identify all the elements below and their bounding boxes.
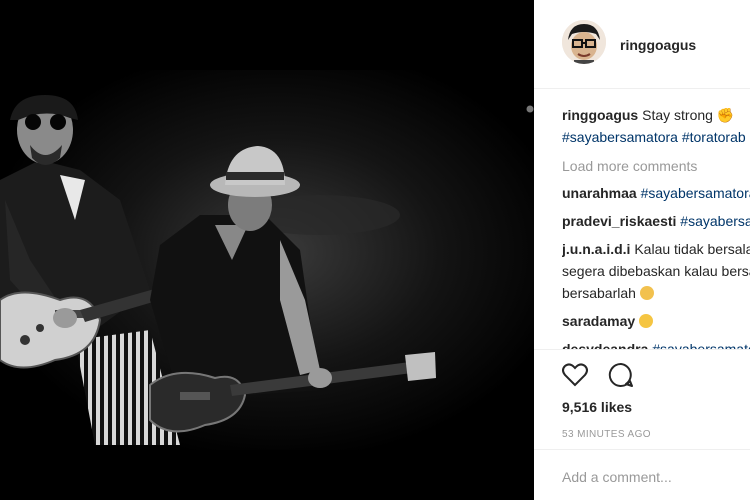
comment-item: pradevi_riskaesti #sayabersamatora [562, 210, 750, 232]
header-username[interactable]: ringgoagus [620, 37, 696, 53]
comment-username[interactable]: saradamay [562, 313, 635, 329]
comment-text-line2: segera dibebaskan kalau bersalah [562, 263, 750, 279]
likes-count[interactable]: 9,516 likes [562, 399, 632, 415]
praying-emoji-icon [639, 286, 654, 300]
post-actions: 9,516 likes 53 MINUTES AGO [534, 349, 750, 450]
add-comment-bar [534, 449, 750, 500]
comment-text-line3-text: bersabarlah [562, 285, 636, 301]
post-time[interactable]: 53 MINUTES AGO [562, 429, 651, 440]
add-comment-input[interactable] [560, 465, 750, 489]
comment-item: saradamay [562, 310, 750, 332]
comment-username[interactable]: unarahmaa [562, 185, 637, 201]
caption-username[interactable]: ringgoagus [562, 107, 638, 123]
comment-username[interactable]: j.u.n.a.i.d.i [562, 241, 630, 257]
comment-username[interactable]: desydeandra [562, 341, 648, 349]
caption-text: Stay strong [642, 107, 713, 123]
comment-text: Kalau tidak bersalah [634, 241, 750, 257]
comment-text[interactable]: #sayabersamatora [680, 213, 750, 229]
caption-tags[interactable]: #sayabersamatora #toratorab [562, 126, 750, 148]
post-sidebar: ringgoagus ringgoagus Stay strong ✊ #say… [534, 0, 750, 500]
comment-icon[interactable] [606, 360, 636, 390]
post-photo[interactable] [0, 0, 534, 500]
comment-item: j.u.n.a.i.d.i Kalau tidak bersalah [562, 238, 750, 260]
post-header: ringgoagus [534, 0, 750, 89]
comment-username[interactable]: pradevi_riskaesti [562, 213, 676, 229]
comment-text-line3: bersabarlah [562, 282, 750, 304]
comment-text[interactable]: #sayabersamatora [652, 341, 750, 349]
comment-item: unarahmaa #sayabersamatora [562, 182, 750, 204]
concert-photo [0, 0, 534, 500]
divider-marker-icon [526, 105, 534, 113]
heart-icon[interactable] [560, 360, 590, 390]
comment-text[interactable]: #sayabersamatora [641, 185, 750, 201]
sad-emoji-icon [639, 314, 654, 328]
load-more-comments[interactable]: Load more comments [562, 158, 750, 174]
avatar-image [562, 20, 606, 64]
comments-list: ringgoagus Stay strong ✊ #sayabersamator… [562, 104, 750, 349]
avatar[interactable] [562, 20, 606, 64]
fist-emoji-icon: ✊ [716, 107, 735, 123]
comment-item: desydeandra #sayabersamatora [562, 338, 750, 349]
caption: ringgoagus Stay strong ✊ [562, 104, 750, 126]
